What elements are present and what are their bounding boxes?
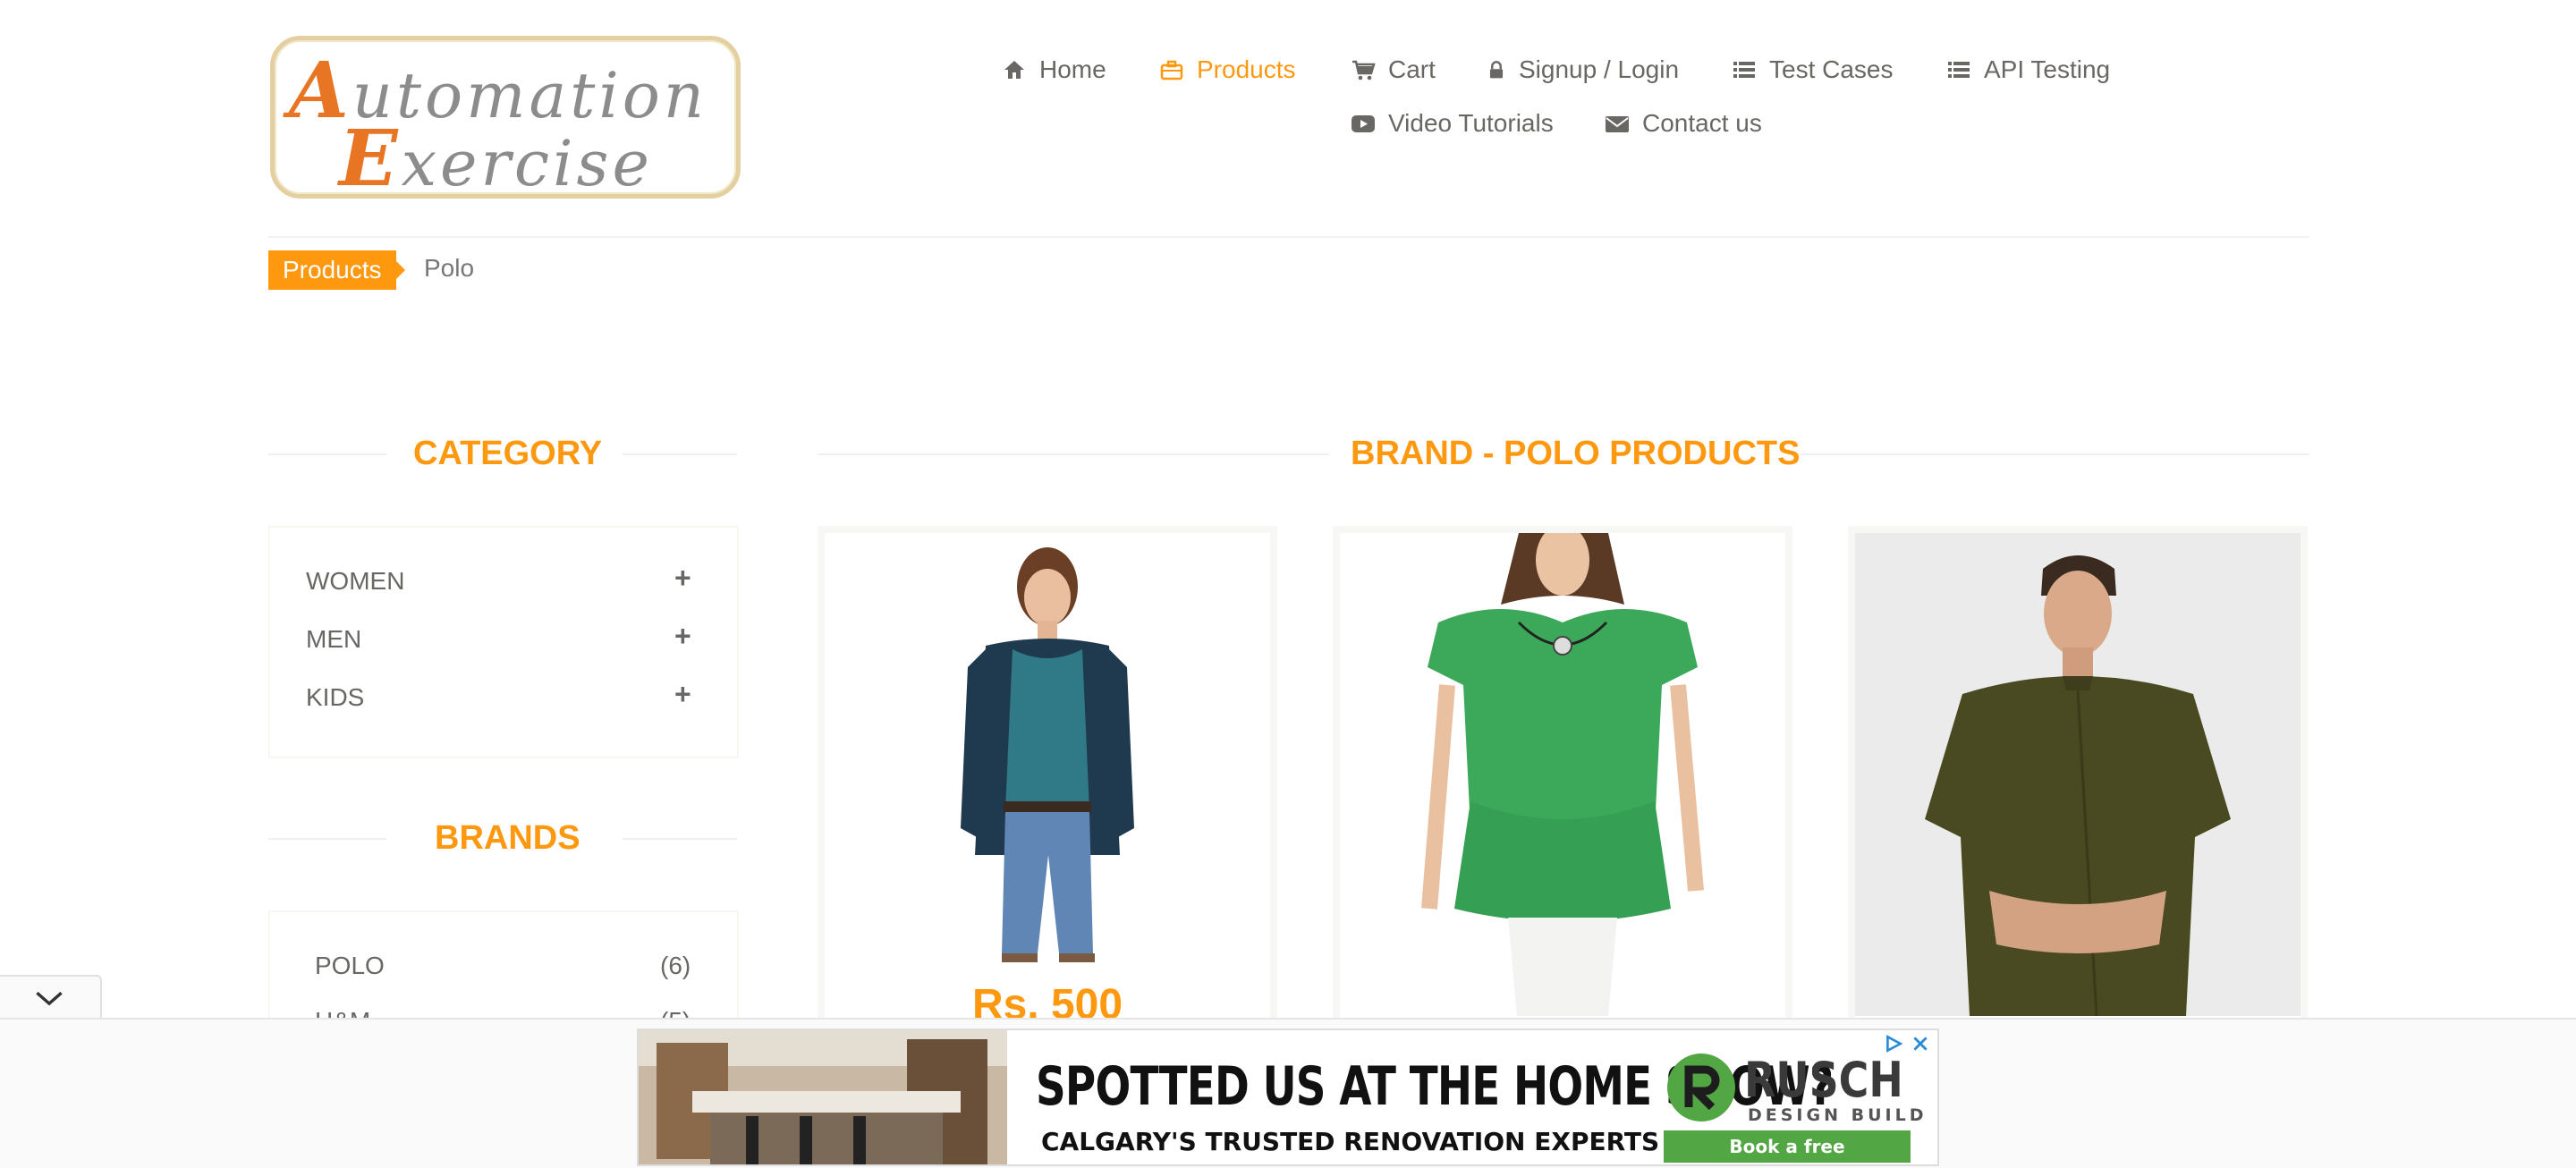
briefcase-icon (1160, 60, 1183, 80)
category-title-rule-right (623, 453, 737, 455)
home-icon (1004, 61, 1024, 79)
brand-polo-count: (6) (660, 952, 691, 979)
category-women[interactable]: WOMEN (306, 567, 404, 596)
category-title: CATEGORY (413, 435, 603, 472)
nav-video-tutorials[interactable]: Video Tutorials (1351, 109, 1554, 138)
products-title: BRAND - POLO PRODUCTS (1351, 435, 1801, 472)
brand-polo[interactable]: POLO (315, 952, 385, 980)
product-image (1855, 533, 2301, 1016)
products-title-rule-left (818, 453, 1329, 455)
product-card (1848, 526, 2308, 1027)
nav-test-cases-label: Test Cases (1769, 55, 1894, 83)
logo-word-2: xercise (401, 127, 653, 200)
logo-line-2: Exercise (339, 114, 653, 204)
adchoices-icon[interactable] (1884, 1034, 1903, 1054)
category-title-rule-left (268, 453, 386, 455)
close-ad-icon[interactable] (1911, 1034, 1930, 1054)
product-card: Rs. 500 (818, 526, 1277, 1027)
logo-initial-e: E (339, 114, 402, 204)
nav-api-testing[interactable]: API Testing (1946, 55, 2110, 84)
youtube-icon (1352, 115, 1375, 132)
nav-home-label: Home (1039, 55, 1106, 83)
lock-icon (1489, 61, 1504, 79)
nav-contact-us[interactable]: Contact us (1605, 109, 1762, 138)
nav-test-cases[interactable]: Test Cases (1732, 55, 1894, 84)
chevron-down-icon (36, 991, 63, 1006)
ad-cta-button[interactable]: Book a free consultation (1664, 1130, 1911, 1163)
nav-products[interactable]: Products (1159, 55, 1296, 84)
ad-kitchen-image (639, 1030, 1007, 1164)
product-card (1333, 526, 1792, 1027)
nav-api-testing-label: API Testing (1984, 55, 2111, 83)
products-title-rule-right (1791, 453, 2309, 455)
brands-title: BRANDS (435, 819, 580, 857)
expand-men-icon[interactable]: + (674, 620, 691, 653)
product-image (1340, 533, 1785, 1016)
rusch-logo-icon (1667, 1054, 1735, 1121)
nav-contact-us-label: Contact us (1642, 109, 1762, 137)
ad-subline: CALGARY'S TRUSTED RENOVATION EXPERTS (1041, 1127, 1660, 1156)
category-kids[interactable]: KIDS (306, 683, 364, 712)
banner-ad[interactable]: SPOTTED US AT THE HOME SHOW? CALGARY'S T… (637, 1028, 1939, 1166)
category-men[interactable]: MEN (306, 625, 361, 654)
nav-signup-label: Signup / Login (1519, 55, 1680, 83)
site-logo[interactable]: Automation Exercise (270, 36, 741, 204)
list-icon (1733, 62, 1755, 78)
nav-cart[interactable]: Cart (1351, 55, 1436, 84)
product-image (825, 533, 1270, 1016)
nav-home[interactable]: Home (1002, 55, 1106, 84)
header-divider (268, 236, 2309, 238)
breadcrumb-current: Polo (424, 254, 475, 282)
category-panel: WOMEN + MEN + KIDS + (268, 526, 739, 758)
list-icon (1948, 62, 1970, 78)
ad-collapse-button[interactable] (0, 975, 102, 1018)
expand-women-icon[interactable]: + (674, 562, 691, 595)
envelope-icon (1606, 116, 1629, 132)
expand-kids-icon[interactable]: + (674, 678, 691, 711)
ad-brand-sub: DESIGN BUILD (1748, 1105, 1928, 1125)
nav-signup-login[interactable]: Signup / Login (1487, 55, 1679, 84)
ad-brand: RUSCH (1744, 1052, 1903, 1108)
brands-title-rule-left (268, 838, 386, 840)
breadcrumb-products[interactable]: Products (268, 250, 404, 290)
cart-icon (1352, 60, 1376, 80)
nav-video-tutorials-label: Video Tutorials (1388, 109, 1554, 137)
nav-cart-label: Cart (1388, 55, 1436, 83)
brands-title-rule-right (623, 838, 737, 840)
nav-products-label: Products (1197, 55, 1296, 83)
